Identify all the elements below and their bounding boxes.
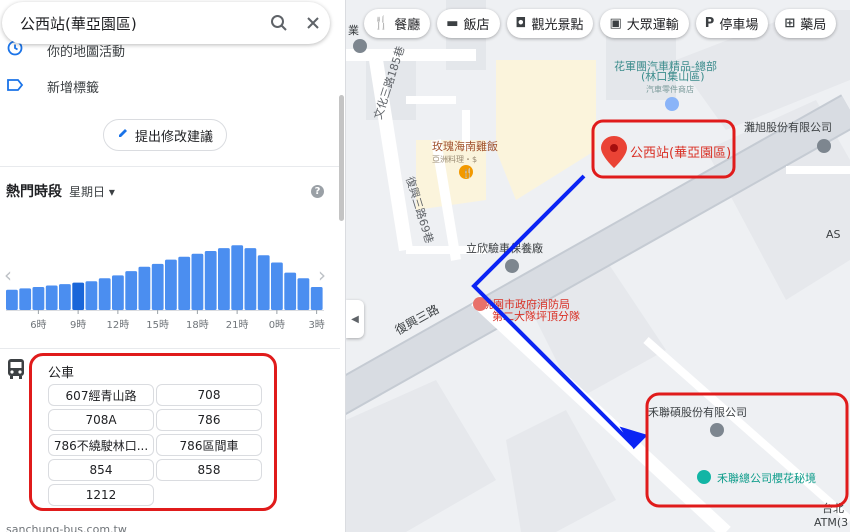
close-icon[interactable] (296, 6, 330, 40)
chip-transit[interactable]: ▣ 大眾運輸 (600, 9, 689, 38)
search-input[interactable]: 公西站(華亞園區) (20, 13, 262, 34)
chart-tick-label: 15時 (146, 319, 169, 331)
chart-bar (151, 263, 164, 310)
panel-scrollbar[interactable] (339, 95, 344, 221)
pencil-icon (117, 127, 129, 143)
chart-prev-day-icon[interactable]: ‹ (4, 263, 12, 287)
website-link[interactable]: sanchung-bus.com.tw (6, 523, 127, 532)
camera-icon: ◘ (515, 16, 527, 31)
label-tanxu[interactable]: 灘旭股份有限公司 (744, 120, 832, 134)
bus-route-chip[interactable]: 854 (48, 459, 154, 481)
category-chips-bar: 🍴 餐廳 ▬ 飯店 ◘ 觀光景點 ▣ 大眾運輸 P 停車場 ⊞ 藥局 (364, 9, 837, 39)
fork-knife-icon: 🍴 (373, 16, 390, 31)
collapse-panel-button[interactable]: ◀ (346, 300, 364, 338)
chart-tick-label: 0時 (269, 319, 285, 331)
chart-bar (138, 266, 151, 310)
chart-bar (218, 248, 230, 310)
chart-tick-label: 3時 (308, 319, 324, 331)
transit-type-label: 公車 (48, 366, 75, 381)
help-icon[interactable]: ? (311, 185, 324, 198)
chart-tick-label: 21時 (226, 319, 249, 331)
caret-down-icon: ▾ (108, 185, 115, 199)
bed-icon: ▬ (446, 16, 459, 31)
label-rose-sub: 亞洲料理・$ (432, 154, 477, 164)
chart-bar (257, 255, 270, 310)
bus-route-chip[interactable]: 607經青山路 (48, 384, 154, 406)
label-huajun-2: (林口集山區) (641, 69, 705, 83)
svg-text:AS: AS (826, 228, 841, 241)
popular-times-title: 熱門時段 (6, 184, 62, 200)
chart-bar (19, 288, 32, 310)
chart-bar (284, 272, 297, 310)
chart-bar (204, 251, 217, 310)
pharmacy-icon: ⊞ (784, 16, 796, 31)
bus-route-chip[interactable]: 1212 (48, 484, 154, 506)
garage-pin-icon[interactable] (505, 259, 519, 273)
chart-tick-label: 9時 (70, 319, 86, 331)
chart-tick-label: 12時 (107, 319, 130, 331)
chart-bar (112, 275, 124, 310)
chart-tick-label: 6時 (30, 319, 46, 331)
chart-bar (6, 289, 18, 310)
shop-pin-icon[interactable] (665, 97, 679, 111)
svg-text:ATM(3: ATM(3 (814, 516, 848, 529)
chart-bar (98, 278, 111, 310)
chip-restaurant[interactable]: 🍴 餐廳 (364, 9, 431, 38)
bus-route-chip[interactable]: 786區間車 (156, 434, 262, 456)
chart-tick-label: 18時 (186, 319, 209, 331)
chip-attractions[interactable]: ◘ 觀光景點 (506, 9, 594, 38)
company-pin-icon[interactable] (817, 139, 831, 153)
bus-icon (6, 358, 26, 384)
chart-bar (85, 281, 98, 310)
suggest-edit-button[interactable]: 提出修改建議 (103, 119, 227, 151)
add-label-link[interactable]: 新增標籤 (0, 72, 340, 100)
bus-route-chip[interactable]: 786不繞駛林口... (48, 434, 154, 456)
chart-bar (244, 248, 257, 310)
parking-icon: P (704, 16, 715, 31)
chart-next-day-icon[interactable]: › (318, 263, 326, 287)
chart-bar (271, 262, 283, 310)
chart-bar (125, 271, 138, 310)
chart-bar (310, 287, 323, 310)
chart-bar (297, 278, 310, 310)
chip-pharmacy[interactable]: ⊞ 藥局 (775, 9, 837, 38)
label-helian-sakura[interactable]: 禾聯總公司櫻花秘境 (717, 471, 816, 485)
chip-parking[interactable]: P 停車場 (695, 9, 769, 38)
popular-times-chart: 6時 9時 12時 15時 18時 21時 0時 3時 ‹ › (4, 245, 326, 331)
label-huajun-sub: 汽車零件商店 (646, 84, 694, 94)
chart-bar (45, 285, 58, 310)
chart-bar (72, 282, 85, 310)
day-selector[interactable]: 星期日 ▾ (69, 183, 115, 200)
divider (0, 166, 340, 167)
bus-route-chip[interactable]: 708A (48, 409, 154, 431)
selected-place-label[interactable]: 公西站(華亞園區) (630, 146, 731, 161)
divider (0, 348, 340, 349)
chart-bar (231, 245, 244, 310)
company-pin-icon-2[interactable] (710, 423, 724, 437)
chip-hotel[interactable]: ▬ 飯店 (437, 9, 500, 38)
map-canvas[interactable]: 文化三路185巷 復興三路69巷 復興三路 玫瑰海南雞飯 亞洲料理・$ 🍴 花軍… (346, 0, 850, 532)
chart-bar (191, 253, 204, 310)
label-helian[interactable]: 禾聯碩股份有限公司 (648, 405, 747, 419)
chart-bar (59, 284, 71, 310)
side-panel: 你的地圖活動 新增標籤 提出修改建議 熱門時段 星期日 ▾ ? 6時 9時 12時 1… (0, 0, 346, 532)
search-box[interactable]: 公西站(華亞園區) (2, 2, 330, 44)
bus-route-chip[interactable]: 786 (156, 409, 262, 431)
chart-bar (165, 259, 177, 310)
svg-text:🍴: 🍴 (462, 167, 473, 179)
bus-route-chip[interactable]: 858 (156, 459, 262, 481)
label-icon (0, 77, 30, 96)
svg-text:業: 業 (348, 24, 359, 37)
bus-route-chip[interactable]: 708 (156, 384, 262, 406)
attraction-pin-icon[interactable] (697, 470, 711, 484)
chart-bar (32, 287, 45, 310)
search-icon[interactable] (262, 6, 296, 40)
train-icon: ▣ (609, 16, 622, 31)
label-rose-chicken-rice[interactable]: 玫瑰海南雞飯 (432, 139, 498, 153)
chart-bar (178, 256, 191, 310)
